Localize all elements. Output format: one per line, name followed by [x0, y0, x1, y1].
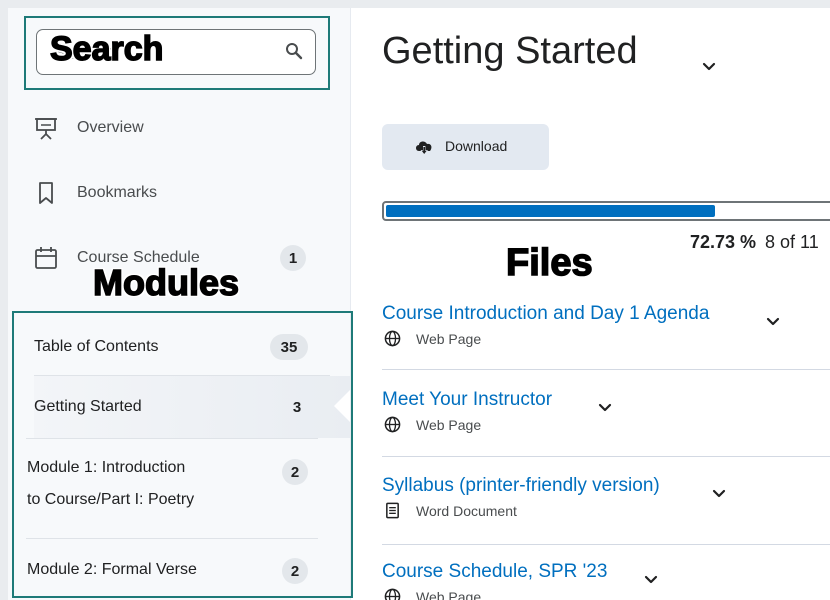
- globe-icon: [384, 330, 401, 347]
- sidebar-item-overview[interactable]: Overview: [8, 100, 350, 156]
- module-label-line1: Module 1: Introduction: [27, 459, 186, 476]
- file-type: Web Page: [416, 417, 482, 433]
- download-button[interactable]: Download: [382, 124, 549, 170]
- sidebar-item-label: Overview: [77, 119, 144, 136]
- divider: [26, 538, 318, 539]
- divider: [382, 456, 830, 457]
- search-annotation-label: Search: [49, 29, 164, 69]
- app-frame: Search Overview Bookmarks: [8, 8, 830, 600]
- page-title: Getting Started: [382, 30, 638, 72]
- globe-icon: [384, 416, 401, 433]
- count-badge: 2: [282, 558, 308, 584]
- file-title-link[interactable]: Syllabus (printer-friendly version): [382, 475, 660, 497]
- presentation-icon: [35, 118, 57, 140]
- sidebar: Search Overview Bookmarks: [8, 8, 353, 600]
- divider: [382, 369, 830, 370]
- table-of-contents-item[interactable]: Table of Contents 35: [26, 318, 326, 374]
- module-label: Getting Started: [34, 398, 142, 415]
- sidebar-item-label: Bookmarks: [77, 184, 158, 201]
- download-label: Download: [445, 138, 508, 154]
- file-title-link[interactable]: Course Introduction and Day 1 Agenda: [382, 303, 709, 325]
- chevron-down-icon[interactable]: [598, 403, 612, 412]
- module-label: Module 2: Formal Verse: [27, 561, 197, 578]
- modules-annotation-label: Modules: [92, 261, 240, 304]
- module-item-module-2[interactable]: Module 2: Formal Verse 2: [26, 554, 326, 590]
- count-badge: 2: [282, 459, 308, 485]
- progress-percent: 72.73 %: [690, 232, 757, 252]
- module-label-line2: to Course/Part I: Poetry: [27, 491, 195, 508]
- count-badge: 35: [270, 334, 308, 360]
- progress-count: 8 of 11: [765, 232, 819, 252]
- toc-label: Table of Contents: [34, 338, 159, 355]
- divider: [382, 544, 830, 545]
- file-type: Web Page: [416, 589, 482, 600]
- chevron-down-icon[interactable]: [644, 575, 658, 584]
- module-item-getting-started[interactable]: Getting Started 3: [34, 376, 350, 438]
- calendar-icon: [35, 247, 57, 269]
- chevron-down-icon[interactable]: [766, 317, 780, 326]
- document-icon: [386, 502, 399, 519]
- file-type: Word Document: [416, 503, 517, 519]
- file-title-link[interactable]: Course Schedule, SPR '23: [382, 561, 607, 583]
- active-indicator-arrow: [334, 390, 350, 422]
- globe-icon: [384, 588, 401, 600]
- count-badge: 1: [280, 245, 306, 271]
- cloud-download-icon: [416, 141, 432, 155]
- divider: [26, 438, 318, 439]
- chevron-down-icon[interactable]: [702, 62, 716, 72]
- file-item-2[interactable]: Syllabus (printer-friendly version) Word…: [382, 475, 830, 531]
- progress-fill: [386, 205, 715, 217]
- chevron-down-icon[interactable]: [712, 489, 726, 498]
- file-title-link[interactable]: Meet Your Instructor: [382, 389, 552, 411]
- file-item-0[interactable]: Course Introduction and Day 1 Agenda Web…: [382, 303, 830, 359]
- search-icon[interactable]: [285, 42, 303, 60]
- progress-bar: [382, 201, 830, 221]
- file-type: Web Page: [416, 331, 482, 347]
- module-item-module-1[interactable]: Module 1: Introduction to Course/Part I:…: [26, 452, 326, 524]
- file-item-3[interactable]: Course Schedule, SPR '23 Web Page: [382, 561, 830, 600]
- count-badge: 3: [292, 398, 302, 416]
- files-annotation-label: Files: [505, 241, 593, 285]
- file-item-1[interactable]: Meet Your Instructor Web Page: [382, 389, 830, 445]
- bookmark-icon: [39, 182, 53, 204]
- sidebar-item-bookmarks[interactable]: Bookmarks: [8, 165, 350, 221]
